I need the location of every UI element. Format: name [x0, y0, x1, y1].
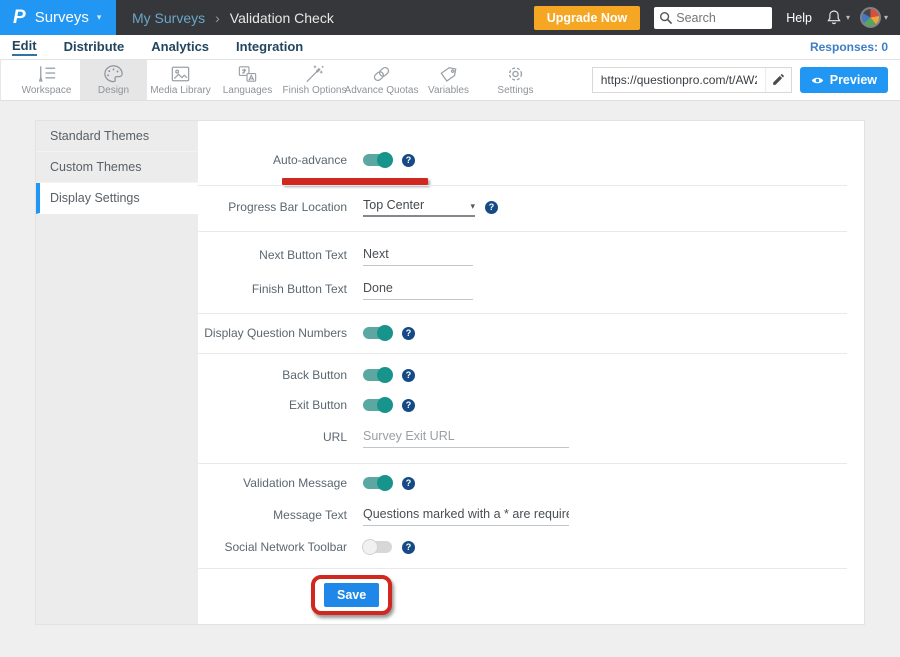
- next-button-text-input[interactable]: [363, 245, 473, 266]
- toolbar-item-settings[interactable]: Settings: [482, 60, 549, 100]
- finish-button-text-label: Finish Button Text: [198, 282, 347, 296]
- tab-edit[interactable]: Edit: [12, 38, 37, 56]
- eye-icon: [811, 75, 824, 86]
- auto-advance-label: Auto-advance: [198, 153, 347, 167]
- validation-message-label: Validation Message: [198, 476, 347, 490]
- social-network-toolbar-toggle[interactable]: [363, 541, 392, 553]
- chevron-down-icon: ▾: [97, 12, 102, 23]
- auto-advance-toggle[interactable]: [363, 154, 392, 166]
- sidebar-item-standard-themes[interactable]: Standard Themes: [36, 121, 198, 152]
- account-menu[interactable]: ▾: [860, 7, 888, 28]
- next-button-text-label: Next Button Text: [198, 248, 347, 262]
- gear-icon: [504, 64, 527, 84]
- setting-row-exit-button: Exit Button ?: [198, 392, 847, 418]
- toolbar-item-languages[interactable]: Languages: [214, 60, 281, 100]
- help-icon[interactable]: ?: [402, 399, 415, 412]
- setting-row-next-button-text: Next Button Text: [198, 240, 847, 270]
- preview-button[interactable]: Preview: [800, 67, 888, 93]
- survey-exit-url-input[interactable]: [363, 427, 569, 448]
- palette-icon: [102, 64, 125, 84]
- finish-button-text-input[interactable]: [363, 279, 473, 300]
- surveys-menu[interactable]: P Surveys ▾: [0, 0, 116, 35]
- setting-row-progress-bar-location: Progress Bar Location Top Center ▾ ?: [198, 194, 847, 220]
- progress-bar-location-label: Progress Bar Location: [198, 200, 347, 214]
- display-settings-form: Auto-advance ? Progress Bar Location Top…: [198, 121, 864, 624]
- search-box: [654, 7, 772, 29]
- survey-tabs: Edit Distribute Analytics Integration Re…: [0, 35, 900, 60]
- tab-distribute[interactable]: Distribute: [64, 39, 125, 55]
- help-icon[interactable]: ?: [402, 327, 415, 340]
- image-icon: [169, 64, 192, 84]
- search-icon: [659, 11, 673, 25]
- back-button-toggle[interactable]: [363, 369, 392, 381]
- toolbar-item-design[interactable]: Design: [80, 60, 147, 100]
- help-icon[interactable]: ?: [402, 369, 415, 382]
- product-label: Surveys: [35, 9, 89, 26]
- bell-icon: [825, 9, 843, 27]
- edit-url-button[interactable]: [765, 68, 791, 92]
- responses-count[interactable]: Responses: 0: [810, 40, 888, 54]
- survey-url-box: [592, 67, 792, 93]
- display-question-numbers-toggle[interactable]: [363, 327, 392, 339]
- display-question-numbers-label: Display Question Numbers: [198, 326, 347, 340]
- magic-wand-icon: [303, 64, 326, 84]
- chevron-down-icon: ▾: [470, 201, 475, 212]
- chevron-down-icon: ▾: [884, 13, 888, 22]
- setting-row-message-text: Message Text: [198, 500, 847, 530]
- annotation-red-box: Save: [311, 575, 392, 615]
- toolbar-item-workspace[interactable]: Workspace: [13, 60, 80, 100]
- chain-links-icon: [370, 64, 393, 84]
- exit-button-label: Exit Button: [198, 398, 347, 412]
- tab-analytics[interactable]: Analytics: [151, 39, 209, 55]
- tag-icon: [437, 64, 460, 84]
- sidebar-item-display-settings[interactable]: Display Settings: [36, 183, 198, 214]
- notifications-menu[interactable]: ▾: [825, 9, 850, 27]
- progress-bar-location-select[interactable]: Top Center ▾: [363, 198, 475, 217]
- setting-row-exit-url: URL: [198, 422, 847, 452]
- help-icon[interactable]: ?: [485, 201, 498, 214]
- pencil-icon: [771, 73, 785, 87]
- message-text-label: Message Text: [198, 508, 347, 522]
- survey-url-input[interactable]: [593, 73, 765, 87]
- setting-row-display-question-numbers: Display Question Numbers ?: [198, 320, 847, 346]
- page-background: Standard Themes Custom Themes Display Se…: [0, 120, 900, 657]
- back-button-label: Back Button: [198, 368, 347, 382]
- setting-row-back-button: Back Button ?: [198, 362, 847, 388]
- workspace-icon: [35, 64, 58, 84]
- toolbar-item-media-library[interactable]: Media Library: [147, 60, 214, 100]
- tab-integration[interactable]: Integration: [236, 39, 303, 55]
- upgrade-now-button[interactable]: Upgrade Now: [534, 6, 641, 30]
- setting-row-finish-button-text: Finish Button Text: [198, 274, 847, 304]
- help-icon[interactable]: ?: [402, 541, 415, 554]
- app-header: P Surveys ▾ My Surveys › Validation Chec…: [0, 0, 900, 35]
- message-text-input[interactable]: [363, 505, 569, 526]
- translate-icon: [236, 64, 259, 84]
- exit-button-toggle[interactable]: [363, 399, 392, 411]
- save-button[interactable]: Save: [324, 583, 379, 607]
- breadcrumb-current: Validation Check: [230, 10, 334, 26]
- setting-row-validation-message: Validation Message ?: [198, 470, 847, 496]
- toolbar-item-variables[interactable]: Variables: [415, 60, 482, 100]
- toolbar-item-advance-quotas[interactable]: Advance Quotas: [348, 60, 415, 100]
- setting-row-auto-advance: Auto-advance ?: [198, 147, 847, 173]
- breadcrumb: My Surveys › Validation Check: [132, 10, 334, 26]
- chevron-down-icon: ▾: [846, 13, 850, 22]
- toolbar-item-finish-options[interactable]: Finish Options: [281, 60, 348, 100]
- validation-message-toggle[interactable]: [363, 477, 392, 489]
- help-icon[interactable]: ?: [402, 154, 415, 167]
- themes-sidebar: Standard Themes Custom Themes Display Se…: [36, 121, 198, 624]
- breadcrumb-separator: ›: [215, 10, 220, 26]
- social-network-toolbar-label: Social Network Toolbar: [198, 540, 347, 554]
- breadcrumb-my-surveys[interactable]: My Surveys: [132, 10, 205, 26]
- edit-toolbar: Workspace Design Media Library Languages…: [0, 60, 900, 101]
- display-settings-card: Standard Themes Custom Themes Display Se…: [35, 120, 865, 625]
- annotation-red-underline: [282, 178, 428, 185]
- help-link[interactable]: Help: [786, 11, 812, 25]
- help-icon[interactable]: ?: [402, 477, 415, 490]
- sidebar-item-custom-themes[interactable]: Custom Themes: [36, 152, 198, 183]
- url-label: URL: [198, 430, 347, 444]
- setting-row-social-network-toolbar: Social Network Toolbar ?: [198, 534, 847, 560]
- avatar: [860, 7, 881, 28]
- questionpro-logo-icon: P: [13, 7, 26, 29]
